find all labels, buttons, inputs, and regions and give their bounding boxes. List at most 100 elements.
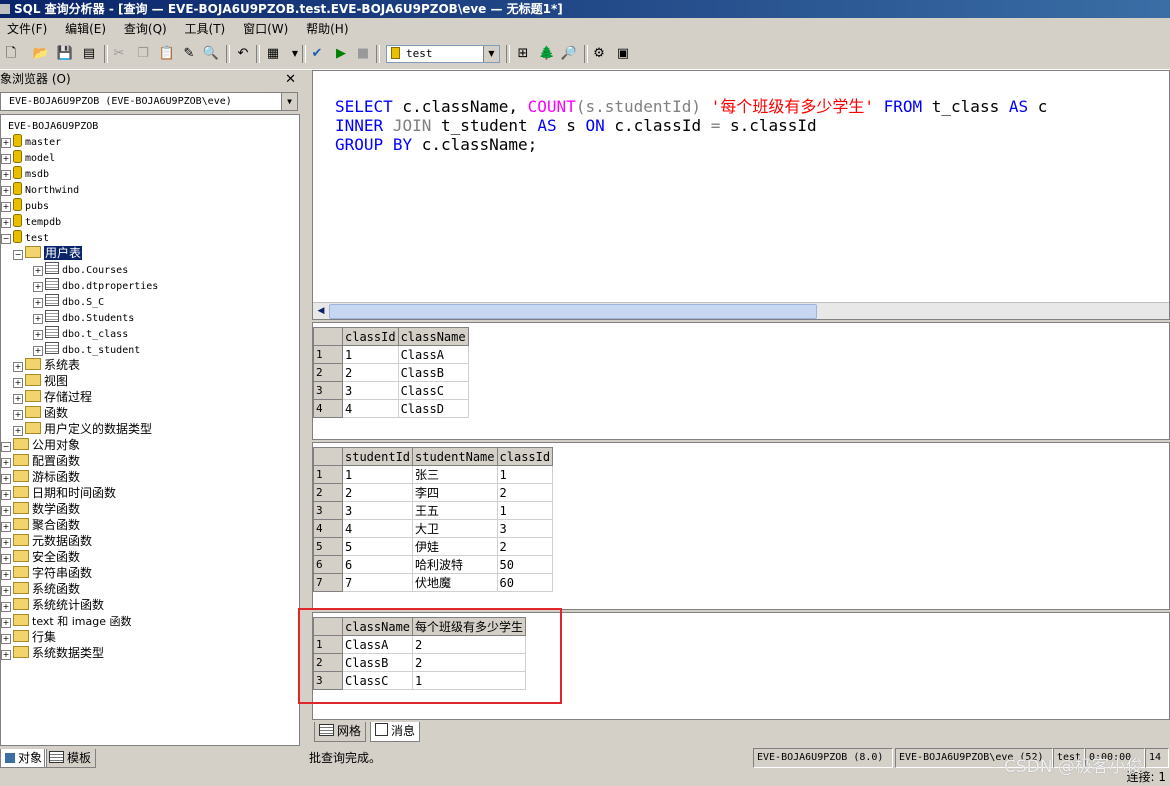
collapse-icon: − (1, 442, 11, 452)
tree-db-model[interactable]: + model (1, 149, 55, 165)
insert-template-icon[interactable]: ▤ (80, 45, 98, 63)
expand-icon: + (1, 554, 11, 564)
menu-bar: 文件(F) 编辑(E) 查询(Q) 工具(T) 窗口(W) 帮助(H) (0, 18, 1170, 41)
result-grid-1[interactable]: classId className 1 1 ClassA 2 2 ClassB 3 3 Cla… (312, 322, 1170, 440)
close-icon[interactable]: ✕ (285, 70, 296, 89)
undo-icon[interactable]: ↶ (234, 45, 252, 63)
tab-grid[interactable]: 网格 (314, 722, 367, 742)
tab-objects[interactable]: 对象 (0, 749, 48, 768)
collapse-icon: − (13, 250, 23, 260)
tree-folder[interactable]: + 系统表 (13, 357, 80, 373)
tree-root[interactable]: EVE-BOJA6U9PZOB (5, 117, 98, 133)
tree-db-test[interactable]: − test (1, 229, 49, 245)
tree-folder-user-tables[interactable]: − 用户表 (13, 245, 83, 261)
object-search-icon[interactable]: 🔎 (560, 45, 578, 63)
results-mode-icon[interactable]: ▦ (264, 45, 282, 63)
folder-icon (25, 406, 41, 418)
expand-icon: + (1, 154, 11, 164)
table-row: 7 7 伏地魔 60 (313, 573, 554, 592)
copy-icon[interactable]: ❐ (134, 45, 152, 63)
save-icon[interactable]: 💾 (56, 45, 74, 63)
tree-db-master[interactable]: + master (1, 133, 61, 149)
find-icon[interactable]: 🔍 (202, 45, 220, 63)
tree-db-tempdb[interactable]: + tempdb (1, 213, 61, 229)
table-icon (45, 278, 59, 290)
object-browser-icon[interactable]: 🌲 (538, 45, 556, 63)
tree-table[interactable]: + dbo.t_student (33, 341, 140, 357)
stop-icon[interactable]: ■ (354, 45, 372, 63)
result-grid-3[interactable]: className 每个班级有多少学生 1 ClassA 2 2 ClassB 2 3 Cl… (312, 612, 1170, 720)
database-select[interactable]: test ▼ (386, 45, 500, 63)
menu-query[interactable]: 查询(Q) (117, 18, 174, 41)
database-icon (13, 230, 22, 243)
clear-window-icon[interactable]: ✎ (180, 45, 198, 63)
object-browser-title: 象浏览器 (O) (0, 72, 71, 86)
pane-splitter[interactable] (303, 70, 309, 770)
menu-window[interactable]: 窗口(W) (236, 18, 295, 41)
menu-edit[interactable]: 编辑(E) (58, 18, 113, 41)
tree-folder[interactable]: + 视图 (13, 373, 68, 389)
table-row: 3 3 ClassC (313, 381, 469, 400)
tree-folder[interactable]: + 系统统计函数 (1, 597, 104, 613)
database-icon (13, 150, 22, 163)
tab-messages[interactable]: 消息 (370, 722, 421, 742)
tree-table[interactable]: + dbo.t_class (33, 325, 128, 341)
folder-icon (13, 598, 29, 610)
tree-folder[interactable]: + 日期和时间函数 (1, 485, 116, 501)
tree-folder[interactable]: + 数学函数 (1, 501, 80, 517)
current-connection-properties-icon[interactable]: ⚙ (590, 45, 608, 63)
show-results-pane-icon[interactable]: ▣ (614, 45, 632, 63)
tree-folder[interactable]: + 安全函数 (1, 549, 80, 565)
server-combo-value: EVE-BOJA6U9PZOB (EVE-BOJA6U9PZOB\eve) (9, 96, 232, 107)
tree-folder[interactable]: + 行集 (1, 629, 56, 645)
estimated-plan-icon[interactable]: ⊞ (514, 45, 532, 63)
tree-folder[interactable]: + text 和 image 函数 (1, 613, 131, 629)
query-editor[interactable]: SELECT c.className, COUNT(s.studentId) '… (312, 70, 1170, 320)
tree-folder[interactable]: + 系统函数 (1, 581, 80, 597)
horizontal-scrollbar[interactable]: ◀ (313, 302, 1169, 319)
tree-folder[interactable]: + 字符串函数 (1, 565, 92, 581)
expand-icon: + (1, 490, 11, 500)
tree-table[interactable]: + dbo.dtproperties (33, 277, 158, 293)
scrollbar-thumb[interactable] (329, 304, 817, 319)
tree-db-pubs[interactable]: + pubs (1, 197, 49, 213)
tree-folder[interactable]: + 系统数据类型 (1, 645, 104, 661)
server-combo[interactable]: EVE-BOJA6U9PZOB (EVE-BOJA6U9PZOB\eve) ▼ (0, 92, 298, 111)
tree-folder[interactable]: + 游标函数 (1, 469, 80, 485)
expand-icon: + (1, 634, 11, 644)
menu-file[interactable]: 文件(F) (0, 18, 54, 41)
tree-folder[interactable]: + 配置函数 (1, 453, 80, 469)
table-row: 1 ClassA 2 (313, 635, 527, 654)
tree-folder[interactable]: + 元数据函数 (1, 533, 92, 549)
tree-folder[interactable]: + 存储过程 (13, 389, 92, 405)
table-icon (45, 262, 59, 274)
expand-icon: + (1, 186, 11, 196)
open-folder-icon[interactable]: 📂 (32, 45, 50, 63)
tree-table[interactable]: + dbo.S_C (33, 293, 104, 309)
scroll-left-icon[interactable]: ◀ (315, 304, 327, 318)
chevron-down-icon[interactable]: ▼ (483, 46, 499, 62)
new-query-icon[interactable]: 🗋 (2, 45, 20, 63)
expand-icon: + (1, 586, 11, 596)
tree-common-objects[interactable]: − 公用对象 (1, 437, 80, 453)
tree-table[interactable]: + dbo.Courses (33, 261, 128, 277)
tree-db-northwind[interactable]: + Northwind (1, 181, 79, 197)
parse-check-icon[interactable]: ✔ (308, 45, 326, 63)
cut-icon[interactable]: ✂ (110, 45, 128, 63)
bottom-status-bar: 连接: 1 (0, 769, 1170, 786)
tree-folder[interactable]: + 聚合函数 (1, 517, 80, 533)
tab-templates[interactable]: 模板 (44, 749, 97, 768)
paste-icon[interactable]: 📋 (158, 45, 176, 63)
expand-icon: + (13, 410, 23, 420)
tree-folder[interactable]: + 用户定义的数据类型 (13, 421, 152, 437)
chevron-down-icon[interactable]: ▼ (281, 93, 297, 110)
menu-help[interactable]: 帮助(H) (299, 18, 355, 41)
tree-table[interactable]: + dbo.Students (33, 309, 134, 325)
table-icon (45, 326, 59, 338)
result-grid-2[interactable]: studentId studentName classId 1 1 张三 1 2 2 李四 2 … (312, 442, 1170, 610)
tree-db-msdb[interactable]: + msdb (1, 165, 49, 181)
execute-icon[interactable]: ▶ (332, 45, 350, 63)
table-row: 1 1 张三 1 (313, 465, 554, 484)
tree-folder[interactable]: + 函数 (13, 405, 68, 421)
menu-tools[interactable]: 工具(T) (178, 18, 233, 41)
